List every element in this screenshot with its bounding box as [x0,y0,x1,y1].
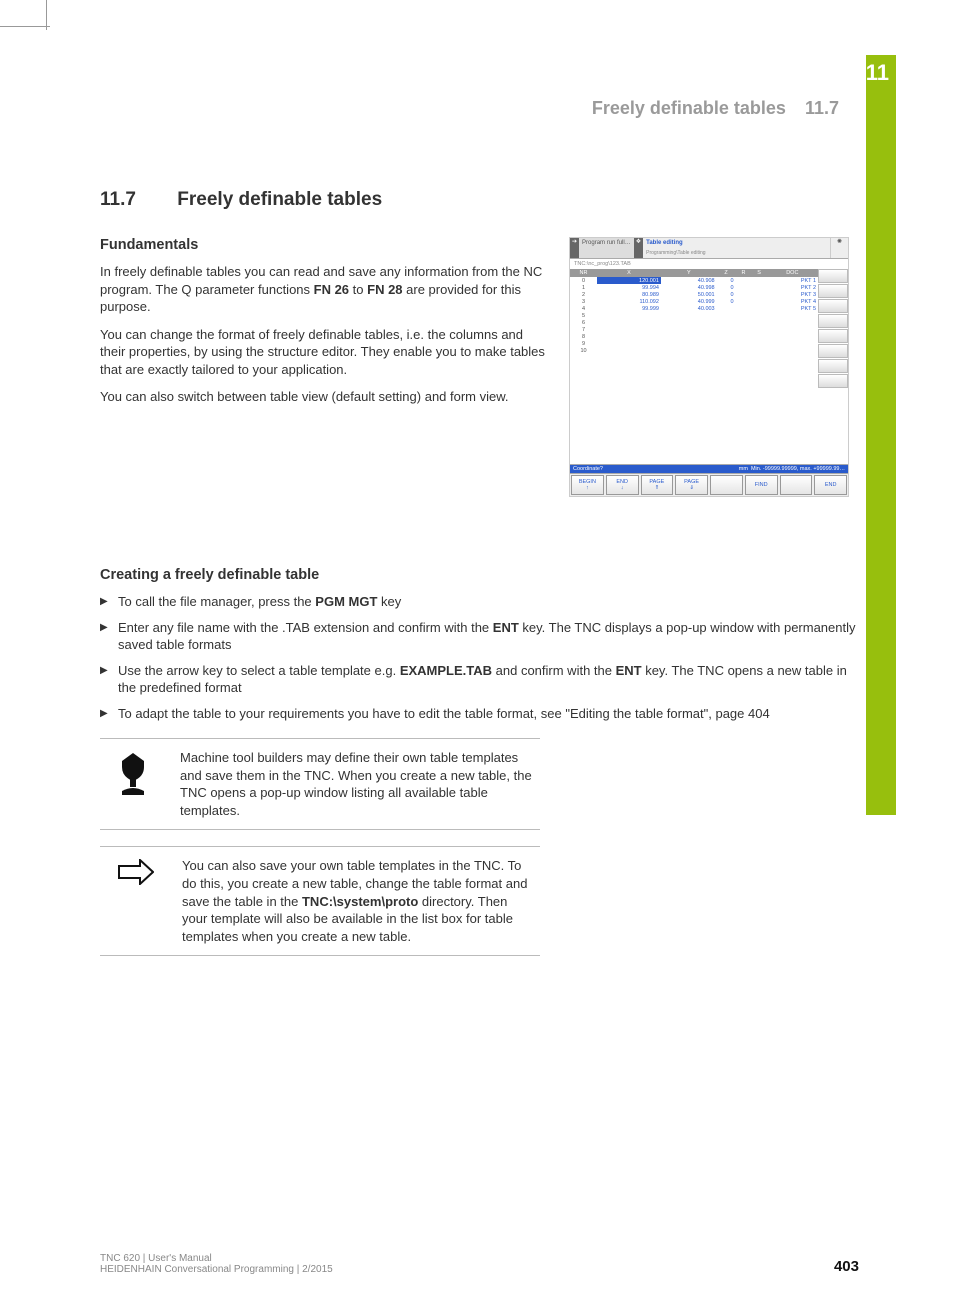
crop-mark [0,15,50,27]
screen-title: Table editing [643,238,708,248]
mode-label: Program run full… [579,238,634,258]
running-header-title: Freely definable tables [592,98,786,118]
softkey: PAGE⇓ [675,475,708,495]
running-header-num: 11.7 [805,98,839,118]
note-box: Machine tool builders may define their o… [100,738,540,830]
softkey: BEGIN↑ [571,475,604,495]
machine-icon [118,749,152,819]
chapter-tab [866,55,896,815]
section-heading: 11.7 Freely definable tables [100,189,859,211]
subsection-fundamentals: Fundamentals In freely definable tables … [100,237,545,406]
step-item: To call the file manager, press the PGM … [100,593,859,611]
page-footer: TNC 620 | User's Manual HEIDENHAIN Conve… [100,1253,859,1275]
data-table: NRXYZRSDOC 0120.00140.9080PKT 1199.99440… [570,269,818,354]
running-header: Freely definable tables 11.7 [100,98,859,119]
softkey: END↓ [606,475,639,495]
step-item: Use the arrow key to select a table temp… [100,662,859,697]
side-buttons [818,269,848,389]
softkey: END [814,475,847,495]
file-path: TNC:\nc_prog\123.TAB [570,259,848,269]
gear-icon: ✺ [830,238,848,258]
softkey [710,475,743,495]
screenshot-figure: ➔ Program run full… ❖ Table editing Prog… [569,237,849,497]
body-text: You can also switch between table view (… [100,388,545,406]
note-box: You can also save your own table templat… [100,846,540,956]
screen-subtitle: Programming\Table editing [643,248,708,258]
footer-line: TNC 620 | User's Manual [100,1253,333,1264]
chapter-number: 11 [866,60,889,86]
body-text: In freely definable tables you can read … [100,263,545,316]
screenshot-titlebar: ➔ Program run full… ❖ Table editing Prog… [570,238,848,259]
arrow-icon: ➔ [570,238,579,258]
subsection-heading: Fundamentals [100,237,545,253]
note-text: You can also save your own table templat… [182,857,532,945]
section-number: 11.7 [100,189,172,211]
section-title: Freely definable tables [177,189,382,210]
arrow-right-icon [118,857,154,945]
softkey [780,475,813,495]
subsection-creating: Creating a freely definable table To cal… [100,567,859,956]
footer-line: HEIDENHAIN Conversational Programming | … [100,1264,333,1275]
softkey: FIND [745,475,778,495]
page-number: 403 [834,1258,859,1275]
subsection-heading: Creating a freely definable table [100,567,859,583]
step-item: To adapt the table to your requirements … [100,705,859,723]
softkey: PAGE⇑ [641,475,674,495]
body-text: You can change the format of freely defi… [100,326,545,379]
step-item: Enter any file name with the .TAB extens… [100,619,859,654]
arrow-icon: ❖ [634,238,643,258]
note-text: Machine tool builders may define their o… [180,749,532,819]
status-bar: Coordinate? mm Min. -99999.99999, max. +… [570,464,848,473]
softkey-row: BEGIN↑END↓PAGE⇑PAGE⇓ FIND END [570,473,848,496]
